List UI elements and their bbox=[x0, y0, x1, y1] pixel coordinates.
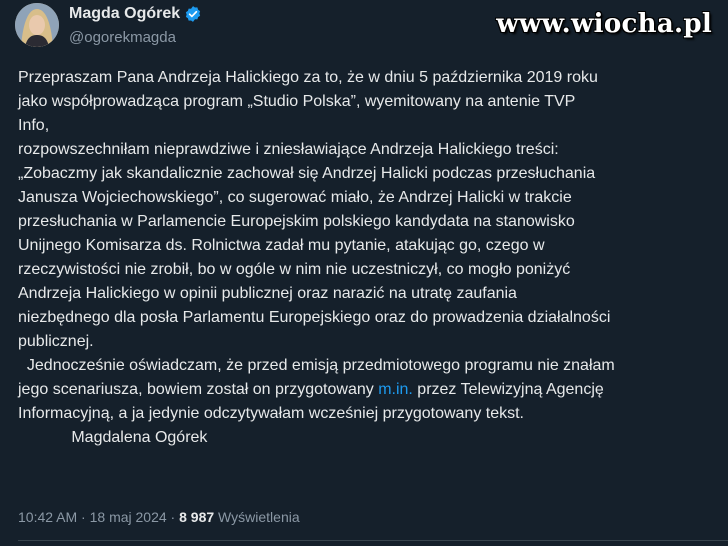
post-line: rozpowszechniłam nieprawdziwe i zniesław… bbox=[18, 141, 559, 158]
post-time[interactable]: 10:42 AM bbox=[18, 509, 77, 525]
abbreviation-link[interactable]: m.in. bbox=[378, 381, 413, 398]
post-date[interactable]: 18 maj 2024 bbox=[90, 509, 167, 525]
views-count[interactable]: 8 987 bbox=[179, 509, 214, 525]
post-line: jako współprowadząca program „Studio Pol… bbox=[18, 93, 576, 110]
tweet: Magda Ogórek @ogorekmagda www.wiocha.pl … bbox=[0, 0, 728, 546]
meta-separator: · bbox=[77, 509, 90, 525]
post-line: Informacyjną, a ja jedynie odczytywałam … bbox=[18, 405, 524, 422]
post-line: Info, bbox=[18, 117, 50, 134]
post-line: Janusza Wojciechowskiego”, co sugerować … bbox=[18, 189, 572, 206]
handle[interactable]: @ogorekmagda bbox=[69, 29, 176, 46]
post-line: Unijnego Komisarza ds. Rolnictwa zadał m… bbox=[18, 237, 545, 254]
post-line: niezbędnego dla posła Parlamentu Europej… bbox=[18, 309, 611, 326]
divider bbox=[18, 540, 728, 541]
signature: Magdalena Ogórek bbox=[18, 429, 208, 446]
post-line: jego scenariusza, bowiem został on przyg… bbox=[18, 378, 718, 402]
watermark: www.wiocha.pl bbox=[496, 9, 712, 39]
verified-badge-icon bbox=[184, 5, 202, 23]
avatar[interactable] bbox=[15, 3, 59, 47]
views-label: Wyświetlenia bbox=[214, 509, 300, 525]
post-line: „Zobaczmy jak skandalicznie zachował się… bbox=[18, 165, 596, 182]
post-line-part: przez Telewizyjną Agencję bbox=[412, 381, 604, 398]
post-line: Przepraszam Pana Andrzeja Halickiego za … bbox=[18, 69, 598, 86]
post-line-part: jego scenariusza, bowiem został on przyg… bbox=[18, 381, 379, 398]
post-meta: 10:42 AM · 18 maj 2024 · 8 987 Wyświetle… bbox=[18, 509, 300, 525]
post-line: rzeczywistości nie zrobił, bo w ogóle w … bbox=[18, 261, 571, 278]
post-line: Andrzeja Halickiego w opinii publicznej … bbox=[18, 285, 517, 302]
meta-separator: · bbox=[166, 509, 180, 525]
display-name[interactable]: Magda Ogórek bbox=[69, 5, 180, 23]
post-text: Przepraszam Pana Andrzeja Halickiego za … bbox=[18, 66, 718, 450]
post-line: publicznej. bbox=[18, 333, 94, 350]
post-line: przesłuchania w Parlamencie Europejskim … bbox=[18, 213, 575, 230]
post-line: Jednocześnie oświadczam, że przed emisją… bbox=[18, 357, 615, 374]
name-row: Magda Ogórek bbox=[69, 5, 202, 23]
